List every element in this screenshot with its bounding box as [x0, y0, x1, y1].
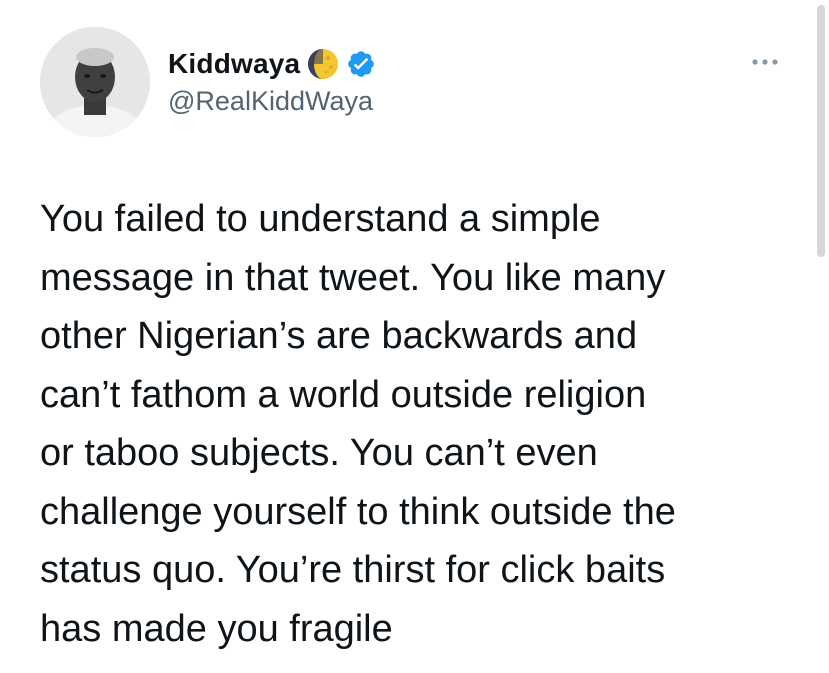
avatar[interactable]: [40, 27, 150, 137]
scrollbar[interactable]: [817, 5, 825, 257]
verified-badge-icon: [346, 49, 376, 79]
more-options-button[interactable]: [740, 48, 790, 76]
tweet-text: You failed to understand a simple messag…: [40, 198, 676, 650]
more-options-icon: [752, 59, 778, 65]
display-name[interactable]: Kiddwaya: [168, 48, 300, 80]
tweet: Kiddwaya @RealKiddWaya You failed to und…: [0, 0, 829, 673]
author-handle[interactable]: @RealKiddWaya: [168, 86, 373, 117]
crescent-moon-icon: [306, 47, 340, 81]
author-name-row: Kiddwaya: [168, 44, 376, 84]
